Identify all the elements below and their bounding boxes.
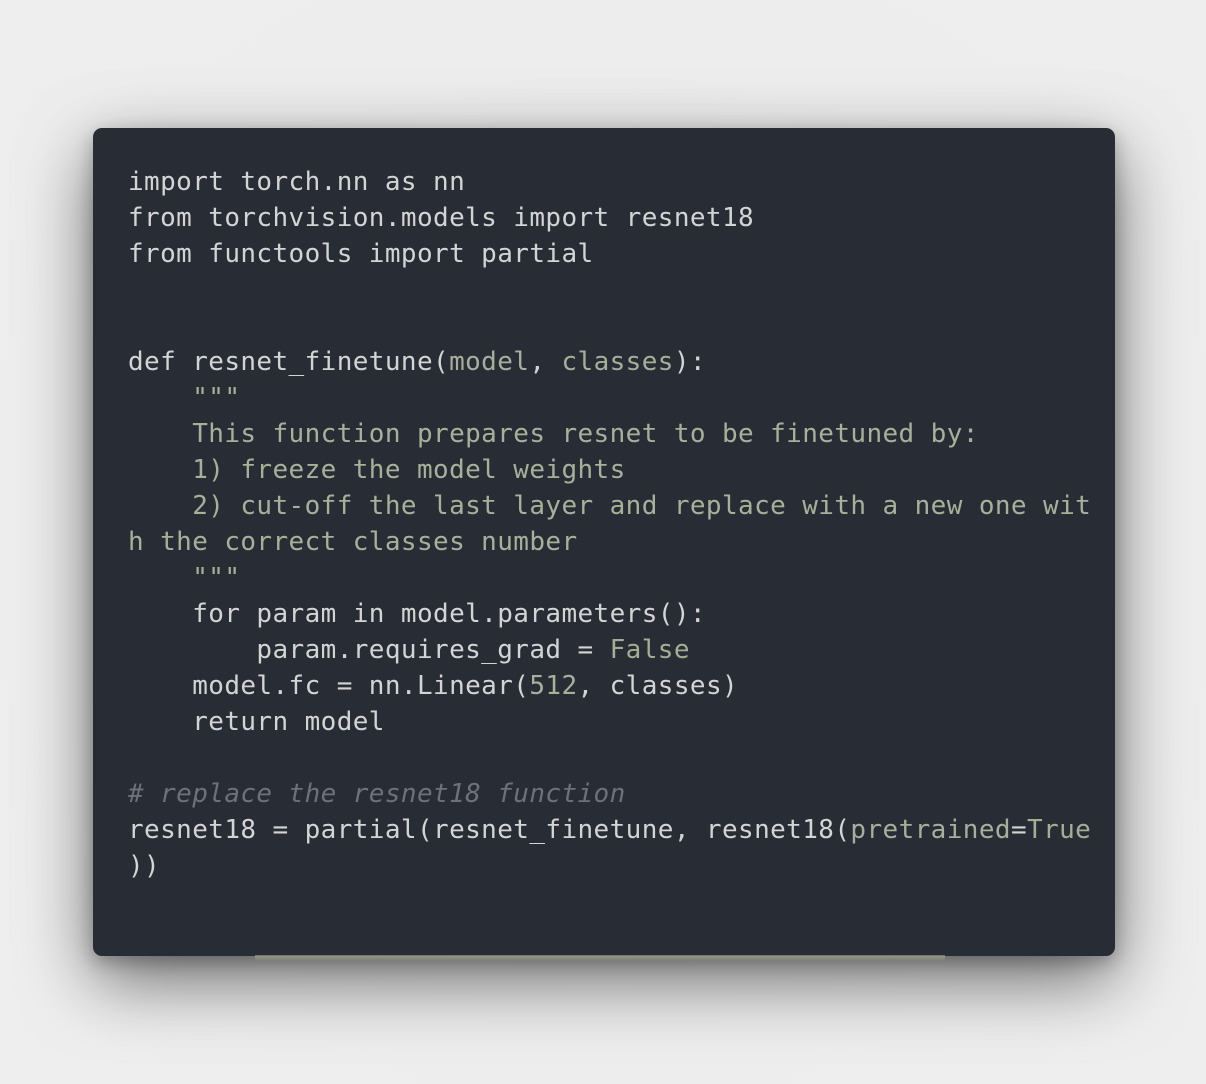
code-line: resnet18 = partial(resnet_finetune, resn…	[128, 812, 1091, 848]
code-token-const: False	[609, 635, 690, 665]
code-line: h the correct classes number	[128, 524, 1080, 560]
code-line: """	[128, 560, 1080, 596]
code-token-comment: # replace the resnet18 function	[128, 779, 626, 809]
code-token-plain: resnet18 = partial(resnet_finetune, resn…	[128, 815, 851, 845]
code-token-plain: ))	[128, 851, 161, 881]
code-token-num: 512	[529, 671, 578, 701]
code-line: for param in model.parameters():	[128, 596, 1080, 632]
code-line: """	[128, 380, 1080, 416]
code-token-doc: 1) freeze the model weights	[128, 455, 626, 485]
code-token-param: classes	[561, 347, 674, 377]
code-token-param: pretrained	[850, 815, 1011, 845]
code-line: return model	[128, 704, 1080, 740]
code-line: This function prepares resnet to be fine…	[128, 416, 1080, 452]
code-line: from functools import partial	[128, 236, 1080, 272]
code-token-plain: model.fc = nn.Linear(	[128, 671, 530, 701]
code-line: ))	[128, 848, 1080, 884]
code-token-plain: ):	[673, 347, 706, 377]
card-bottom-glow	[255, 955, 945, 961]
code-token-doc: h the correct classes number	[128, 527, 578, 557]
code-token-doc: This function prepares resnet to be fine…	[128, 419, 979, 449]
code-token-plain: ,	[529, 347, 562, 377]
code-token-plain: import torch.nn as nn	[128, 167, 466, 197]
code-token-doc: """	[128, 563, 241, 593]
code-token-plain: def resnet_finetune(	[128, 347, 450, 377]
code-token-plain: return model	[128, 707, 385, 737]
code-line: param.requires_grad = False	[128, 632, 1080, 668]
code-token-doc: """	[128, 383, 241, 413]
code-block[interactable]: import torch.nn as nn from torchvision.mo…	[128, 164, 1091, 884]
code-token-plain: from torchvision.models import resnet18	[128, 203, 755, 233]
code-line: def resnet_finetune(model, classes):	[128, 344, 1080, 380]
code-token-param: model	[449, 347, 530, 377]
code-token-plain: from functools import partial	[128, 239, 594, 269]
code-token-plain: =	[1010, 815, 1028, 845]
code-line: model.fc = nn.Linear(512, classes)	[128, 668, 1080, 704]
code-line: # replace the resnet18 function	[128, 776, 1080, 812]
code-line: 1) freeze the model weights	[128, 452, 1080, 488]
code-line: from torchvision.models import resnet18	[128, 200, 1080, 236]
code-token-const: True	[1027, 815, 1092, 845]
code-snippet-card: import torch.nn as nn from torchvision.mo…	[93, 128, 1115, 956]
code-token-doc: 2) cut-off the last layer and replace wi…	[128, 491, 1092, 521]
code-token-plain: , classes)	[577, 671, 739, 701]
code-token-plain: param.requires_grad =	[128, 635, 610, 665]
code-line: import torch.nn as nn	[128, 164, 1080, 200]
code-token-plain: for param in model.parameters():	[128, 599, 706, 629]
code-line: 2) cut-off the last layer and replace wi…	[128, 488, 1091, 524]
